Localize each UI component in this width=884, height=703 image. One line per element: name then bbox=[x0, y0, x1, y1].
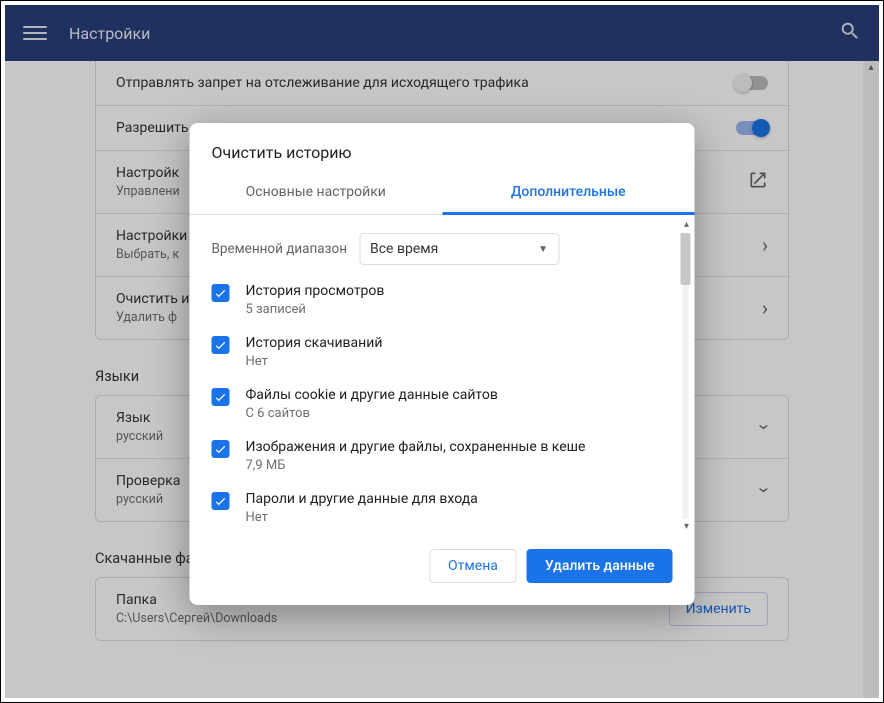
dialog-footer: Отмена Удалить данные bbox=[190, 535, 695, 605]
option-cached-images[interactable]: Изображения и другие файлы, сохраненные … bbox=[212, 439, 673, 473]
time-range-value: Все время bbox=[370, 241, 438, 257]
scroll-down-icon[interactable]: ▾ bbox=[681, 521, 693, 533]
scroll-up-icon[interactable]: ▴ bbox=[681, 219, 693, 231]
checkbox-icon[interactable] bbox=[212, 388, 230, 406]
option-sub: 7,9 МБ bbox=[246, 458, 586, 473]
option-passwords[interactable]: Пароли и другие данные для входа Нет bbox=[212, 491, 673, 525]
option-title: Пароли и другие данные для входа bbox=[246, 491, 478, 507]
clear-data-button[interactable]: Удалить данные bbox=[527, 549, 673, 583]
option-title: Файлы cookie и другие данные сайтов bbox=[246, 387, 498, 403]
dropdown-icon: ▼ bbox=[538, 244, 548, 255]
checkbox-icon[interactable] bbox=[212, 440, 230, 458]
option-cookies[interactable]: Файлы cookie и другие данные сайтов С 6 … bbox=[212, 387, 673, 421]
scroll-thumb[interactable] bbox=[681, 233, 691, 285]
dialog-tabs: Основные настройки Дополнительные bbox=[190, 172, 695, 215]
tab-basic[interactable]: Основные настройки bbox=[190, 172, 443, 214]
time-range-label: Временной диапазон bbox=[212, 241, 348, 257]
option-sub: С 6 сайтов bbox=[246, 406, 498, 421]
tab-advanced[interactable]: Дополнительные bbox=[442, 172, 695, 214]
clear-history-dialog: Очистить историю Основные настройки Допо… bbox=[190, 123, 695, 605]
option-title: История просмотров bbox=[246, 283, 385, 299]
dialog-title: Очистить историю bbox=[190, 123, 695, 172]
option-sub: 5 записей bbox=[246, 302, 385, 317]
option-title: История скачиваний bbox=[246, 335, 383, 351]
checkbox-icon[interactable] bbox=[212, 284, 230, 302]
cancel-button[interactable]: Отмена bbox=[429, 549, 517, 583]
option-sub: Нет bbox=[246, 354, 383, 369]
dialog-body: Временной диапазон Все время ▼ История п… bbox=[190, 215, 695, 535]
option-sub: Нет bbox=[246, 510, 478, 525]
option-browsing-history[interactable]: История просмотров 5 записей bbox=[212, 283, 673, 317]
checkbox-icon[interactable] bbox=[212, 336, 230, 354]
option-download-history[interactable]: История скачиваний Нет bbox=[212, 335, 673, 369]
option-title: Изображения и другие файлы, сохраненные … bbox=[246, 439, 586, 455]
checkbox-icon[interactable] bbox=[212, 492, 230, 510]
dialog-scrollbar[interactable]: ▴ ▾ bbox=[679, 219, 693, 533]
time-range-select[interactable]: Все время ▼ bbox=[359, 233, 559, 265]
